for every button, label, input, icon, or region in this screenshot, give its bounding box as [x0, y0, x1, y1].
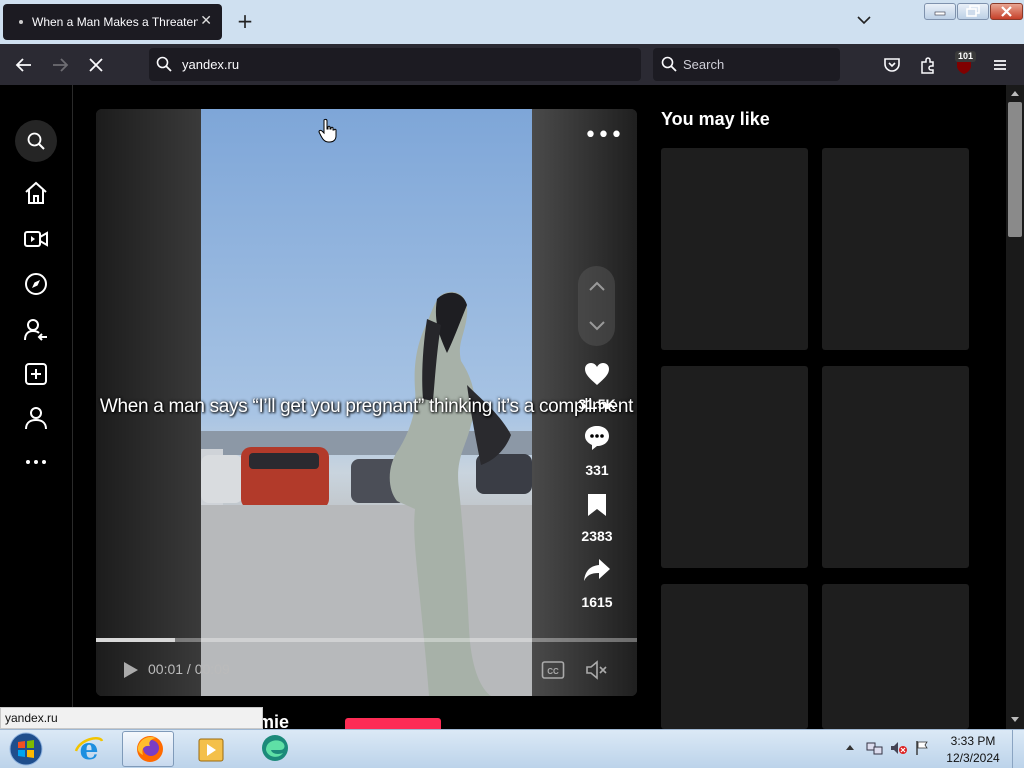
- windows-start-orb-icon[interactable]: [6, 730, 46, 768]
- home-icon[interactable]: [23, 180, 49, 206]
- profile-icon[interactable]: [23, 405, 49, 431]
- new-tab-button[interactable]: +: [236, 10, 254, 32]
- status-url: yandex.ru: [0, 707, 263, 729]
- suggested-video-thumbnail[interactable]: [822, 366, 969, 568]
- extension-badge: 101: [955, 51, 977, 62]
- url-text[interactable]: yandex.ru: [182, 57, 239, 72]
- show-desktop-button[interactable]: [1012, 730, 1024, 768]
- window-minimize-button[interactable]: [924, 3, 956, 20]
- svg-text:e: e: [79, 732, 98, 765]
- comment-bubble-icon[interactable]: [583, 424, 611, 452]
- scrollbar-thumb[interactable]: [1008, 102, 1022, 237]
- volume-muted-tray-icon[interactable]: [890, 740, 908, 756]
- show-hidden-icons-arrow[interactable]: [845, 743, 855, 751]
- upload-plus-icon[interactable]: [23, 361, 49, 387]
- minimize-icon: [934, 11, 946, 16]
- more-dots-icon[interactable]: [23, 449, 49, 475]
- save-count: 2383: [581, 528, 613, 544]
- hand-pointer-cursor-icon: [318, 118, 337, 143]
- volume-muted-icon[interactable]: [585, 659, 609, 681]
- next-video-chevron-down-icon[interactable]: [587, 319, 607, 333]
- search-placeholder[interactable]: Search: [683, 57, 724, 72]
- forward-arrow-icon[interactable]: [50, 55, 70, 75]
- firefox-icon: [137, 736, 163, 762]
- search-icon: [156, 56, 172, 72]
- edge-app-icon[interactable]: [258, 732, 292, 764]
- clock-date: 12/3/2024: [946, 751, 1000, 765]
- window-close-button[interactable]: [990, 3, 1023, 20]
- media-player-icon[interactable]: [196, 735, 226, 765]
- browser-tab[interactable]: When a Man Makes a Threatening ✕: [3, 4, 222, 40]
- sidebar-divider: [72, 85, 73, 729]
- scroll-up-arrow-icon[interactable]: [1009, 88, 1021, 98]
- restore-icon: [966, 5, 980, 17]
- video-more-options-icon[interactable]: •••: [584, 125, 623, 147]
- tab-title: When a Man Makes a Threatening: [32, 15, 198, 29]
- suggested-video-thumbnail[interactable]: [661, 366, 808, 568]
- like-count: 31.5K: [578, 396, 616, 412]
- comment-count: 331: [585, 462, 609, 478]
- suggested-video-thumbnail[interactable]: [661, 148, 808, 350]
- video-time: 00:01 / 00:09: [148, 661, 230, 677]
- search-icon: [27, 132, 45, 150]
- hamburger-menu-icon[interactable]: [990, 55, 1010, 75]
- suggested-video-thumbnail[interactable]: [822, 148, 969, 350]
- suggested-video-thumbnail[interactable]: [661, 584, 808, 729]
- like-heart-icon[interactable]: [583, 361, 611, 387]
- back-arrow-icon[interactable]: [14, 55, 34, 75]
- you-may-like-heading: You may like: [661, 109, 770, 129]
- play-icon[interactable]: [120, 660, 140, 680]
- network-icon[interactable]: [866, 740, 884, 756]
- clock-time: 3:33 PM: [950, 734, 996, 748]
- taskbar-clock[interactable]: 3:33 PM 12/3/2024: [938, 733, 1008, 767]
- action-center-flag-icon[interactable]: [914, 740, 930, 756]
- scroll-down-arrow-icon[interactable]: [1009, 715, 1021, 725]
- pocket-icon[interactable]: [882, 55, 902, 75]
- stop-loading-icon[interactable]: [86, 55, 106, 75]
- close-icon: [1001, 6, 1012, 17]
- tab-close-icon[interactable]: ✕: [200, 12, 212, 29]
- video-progress-fill: [96, 638, 175, 642]
- compass-explore-icon[interactable]: [23, 271, 49, 297]
- search-icon: [661, 56, 677, 72]
- following-user-icon[interactable]: [23, 317, 49, 343]
- list-all-tabs-icon[interactable]: [856, 12, 872, 28]
- video-progress-track[interactable]: [96, 638, 637, 642]
- bookmark-icon[interactable]: [585, 492, 609, 518]
- tab-loading-indicator: [19, 20, 23, 24]
- window-restore-button[interactable]: [957, 3, 989, 20]
- svg-text:CC: CC: [547, 667, 559, 676]
- extensions-puzzle-icon[interactable]: [918, 55, 938, 75]
- internet-explorer-icon[interactable]: e: [72, 731, 106, 765]
- share-count: 1615: [581, 594, 613, 610]
- video-navigation-pill: [578, 266, 615, 346]
- share-arrow-icon[interactable]: [582, 557, 612, 583]
- video-camera-icon[interactable]: [23, 226, 49, 252]
- search-bar[interactable]: [653, 48, 840, 81]
- closed-captions-icon[interactable]: CC: [541, 660, 565, 680]
- previous-video-chevron-up-icon[interactable]: [587, 279, 607, 293]
- video-caption: When a man says “I’ll get you pregnant” …: [99, 396, 634, 417]
- suggested-video-thumbnail[interactable]: [822, 584, 969, 729]
